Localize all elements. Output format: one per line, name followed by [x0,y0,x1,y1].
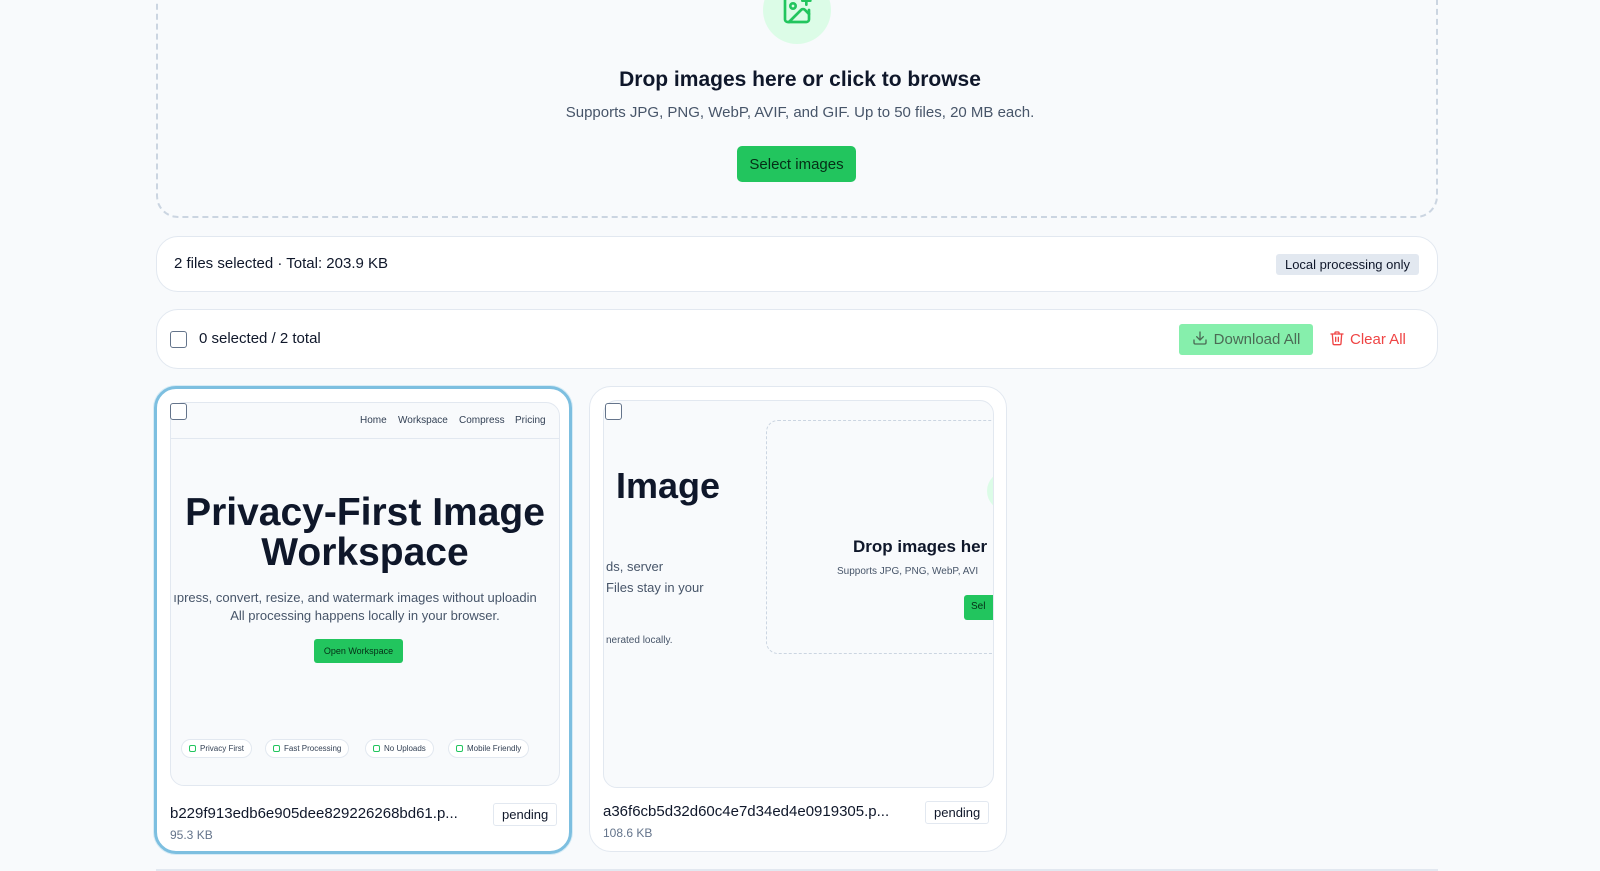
image-card-checkbox[interactable] [605,403,622,420]
preview-paragraph: All processing happens locally in your b… [230,608,500,623]
preview-heading: Workspace [261,531,469,574]
preview-button: Open Workspace [314,639,403,663]
select-all-checkbox[interactable] [170,331,187,348]
preview-pill: Privacy First [181,739,252,758]
preview-drop-title: Drop images her [853,537,988,556]
dropzone-title: Drop images here or click to browse [619,68,981,91]
download-all-label: Download All [1213,331,1301,348]
preview-nav-item: Workspace [398,415,448,426]
download-icon [1192,330,1208,350]
preview-nav: Home Workspace Compress Pricing [171,403,559,439]
download-all-button[interactable]: Download All [1179,324,1313,355]
file-name: b229f913edb6e905dee829226268bd61.p... [170,805,458,822]
selection-toolbar: 0 selected / 2 total Download All Clear … [156,309,1438,369]
preview-paragraph: ds, server [606,559,664,574]
image-card[interactable]: Home Workspace Compress Pricing Privacy-… [154,386,572,854]
select-images-button[interactable]: Select images [737,146,856,182]
preview-heading: l Image [603,465,721,506]
preview-nav-item: Compress [459,415,505,426]
preview-drop-subtitle: Supports JPG, PNG, WebP, AVI [837,566,979,577]
dropzone-subtitle: Supports JPG, PNG, WebP, AVIF, and GIF. … [565,104,1035,121]
image-card[interactable]: l Image ds, server Files stay in your ne… [589,386,1007,852]
clear-all-button[interactable]: Clear All [1329,324,1406,355]
image-preview: Home Workspace Compress Pricing Privacy-… [170,402,560,786]
status-badge: pending [493,803,558,826]
preview-nav-item: Pricing [515,415,546,426]
trash-icon [1329,330,1345,350]
preview-pill: Mobile Friendly [448,739,530,758]
preview-paragraph: ıpress, convert, resize, and watermark i… [173,590,537,605]
preview-heading: Privacy-First Image [185,491,545,534]
preview-icon-circle [987,471,993,511]
file-size: 108.6 KB [603,826,653,840]
clear-all-label: Clear All [1350,331,1406,348]
local-processing-badge: Local processing only [1275,254,1419,275]
preview-dropzone: Drop images her Supports JPG, PNG, WebP,… [766,420,993,654]
file-summary-bar: 2 files selected · Total: 203.9 KB Local… [156,236,1438,292]
file-name: a36f6cb5d32d60c4e7d34ed4e0919305.p... [603,803,890,820]
preview-paragraph: Files stay in your [606,580,704,595]
preview-nav-item: Home [360,415,387,426]
preview-pill: No Uploads [365,739,434,758]
status-badge: pending [925,801,990,824]
file-summary-text: 2 files selected · Total: 203.9 KB [174,255,389,272]
image-card-checkbox[interactable] [170,403,187,420]
preview-pill: Fast Processing [265,739,350,758]
preview-button: Sel [964,595,993,620]
selection-count: 0 selected / 2 total [199,330,321,347]
file-size: 95.3 KB [170,828,213,842]
image-preview: l Image ds, server Files stay in your ne… [603,400,994,788]
preview-small-text: nerated locally. [606,635,673,646]
